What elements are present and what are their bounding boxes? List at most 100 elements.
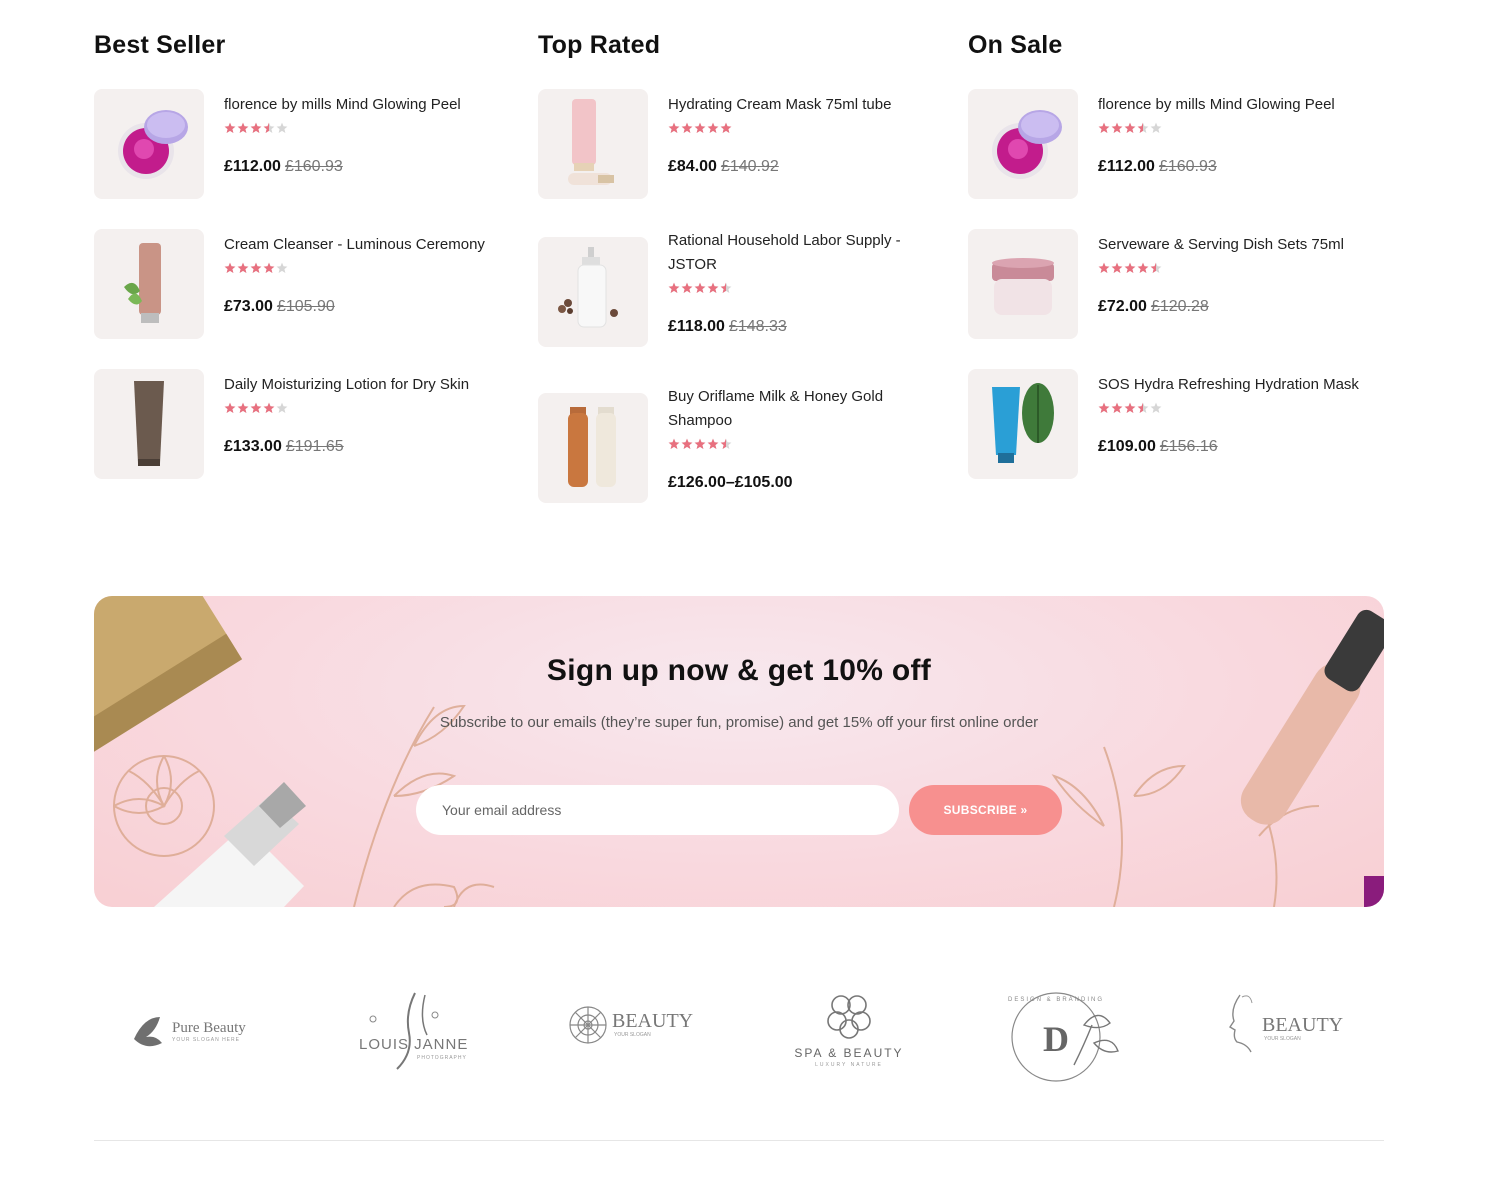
sale-price: £72.00 <box>1098 298 1147 315</box>
product-name[interactable]: florence by mills Mind Glowing Peel <box>1098 93 1335 117</box>
newsletter-title: Sign up now & get 10% off <box>546 654 932 687</box>
column-title: Best Seller <box>94 31 226 59</box>
star-icon <box>1124 402 1136 413</box>
brand-name: D <box>1043 1019 1069 1059</box>
product-item[interactable]: Rational Household Labor Supply - JSTOR … <box>538 225 918 347</box>
product-item[interactable]: Hydrating Cream Mask 75ml tube £84.00 £14… <box>538 89 891 199</box>
column-title: Top Rated <box>538 31 661 59</box>
star-icon <box>1137 402 1149 413</box>
star-icon <box>720 282 732 293</box>
star-icon <box>1124 262 1136 273</box>
brand-tagline: DESIGN & BRANDING <box>1008 997 1104 1003</box>
product-item[interactable]: Serveware & Serving Dish Sets 75ml £72.0… <box>968 229 1344 339</box>
rating-stars <box>224 399 469 417</box>
sale-price: £118.00 <box>668 318 725 335</box>
sale-price: £109.00 <box>1098 438 1156 455</box>
star-icon <box>224 402 236 413</box>
purple-jar-image[interactable] <box>968 89 1078 199</box>
product-name[interactable]: florence by mills Mind Glowing Peel <box>224 93 461 117</box>
cream-jar-image[interactable] <box>968 229 1078 339</box>
product-item[interactable]: florence by mills Mind Glowing Peel £112… <box>94 89 461 199</box>
star-icon <box>668 282 680 293</box>
best-seller-column: Best Seller <box>94 30 225 60</box>
brand-name: Pure Beauty <box>172 1020 246 1036</box>
star-icon <box>1098 402 1110 413</box>
flower-icon <box>827 995 871 1039</box>
rating-stars <box>1098 259 1344 277</box>
brown-tube-image[interactable] <box>94 369 204 479</box>
brand-name: SPA & BEAUTY <box>794 1046 903 1060</box>
rating-stars <box>668 279 918 297</box>
blue-tube-image[interactable] <box>968 369 1078 479</box>
star-icon <box>237 262 249 273</box>
original-price: £191.65 <box>285 438 344 455</box>
star-icon <box>1098 262 1110 273</box>
star-rating-icons <box>668 438 732 449</box>
star-icon <box>707 122 719 133</box>
star-icon <box>250 402 262 413</box>
product-item[interactable]: florence by mills Mind Glowing Peel £112… <box>968 89 1335 199</box>
original-price: £160.93 <box>284 158 343 175</box>
star-icon <box>707 438 719 449</box>
pink-tubes-image[interactable] <box>538 89 648 199</box>
rating-stars <box>1098 119 1335 137</box>
subscribe-button[interactable]: SUBSCRIBE » <box>909 785 1062 835</box>
email-input[interactable] <box>416 785 899 835</box>
rating-stars <box>224 259 485 277</box>
star-icon <box>681 122 693 133</box>
star-icon <box>1111 262 1123 273</box>
monogram-icon <box>396 992 416 1070</box>
brand-logo-design-branding[interactable]: D DESIGN & BRANDING <box>1004 985 1134 1085</box>
sale-price: £73.00 <box>224 298 273 315</box>
star-icon <box>237 402 249 413</box>
sale-price: £133.00 <box>224 438 282 455</box>
banner-decoration-image <box>94 596 1384 907</box>
brand-logo-spa-beauty[interactable]: SPA & BEAUTY LUXURY NATURE <box>787 985 911 1085</box>
star-icon <box>1111 402 1123 413</box>
star-rating-icons <box>224 122 288 133</box>
brand-name: BEAUTY <box>612 1010 693 1032</box>
pump-bottle-image[interactable] <box>538 237 648 347</box>
on-sale-column: On Sale <box>968 30 1063 60</box>
leaf-icon <box>134 1017 162 1047</box>
product-name[interactable]: SOS Hydra Refreshing Hydration Mask <box>1098 373 1359 397</box>
brand-logo-louis-janne[interactable]: LOUIS JANNE PHOTOGRAPHY <box>355 985 475 1085</box>
star-icon <box>1124 122 1136 133</box>
sale-price: £112.00 <box>1098 158 1155 175</box>
star-icon <box>1150 122 1162 133</box>
purple-jar-image[interactable] <box>94 89 204 199</box>
product-name[interactable]: Buy Oriflame Milk & Honey Gold Shampoo <box>668 385 908 433</box>
product-item[interactable]: Daily Moisturizing Lotion for Dry Skin £… <box>94 369 469 479</box>
product-name[interactable]: Cream Cleanser - Luminous Ceremony <box>224 233 485 257</box>
product-name[interactable]: Rational Household Labor Supply - JSTOR <box>668 229 918 277</box>
star-icon <box>681 282 693 293</box>
brand-name: LOUIS JANNE <box>359 1036 468 1053</box>
brand-logo-beauty-mandala[interactable]: BEAUTY YOUR SLOGAN <box>566 985 696 1085</box>
star-icon <box>224 262 236 273</box>
brand-logo-pure-beauty[interactable]: Pure Beauty YOUR SLOGAN HERE <box>128 985 258 1085</box>
product-item[interactable]: Buy Oriflame Milk & Honey Gold Shampoo £… <box>538 381 908 503</box>
star-icon <box>668 122 680 133</box>
star-icon <box>250 122 262 133</box>
mandala-icon <box>569 1006 607 1044</box>
product-name[interactable]: Serveware & Serving Dish Sets 75ml <box>1098 233 1344 257</box>
brand-tagline: PHOTOGRAPHY <box>417 1055 467 1061</box>
star-icon <box>694 122 706 133</box>
pink-tube-image[interactable] <box>94 229 204 339</box>
brand-name: BEAUTY <box>1262 1014 1343 1036</box>
top-rated-column: Top Rated <box>538 30 660 60</box>
original-price: £160.93 <box>1158 158 1217 175</box>
brand-tagline: YOUR SLOGAN <box>614 1032 651 1038</box>
star-rating-icons <box>224 262 288 273</box>
product-item[interactable]: Cream Cleanser - Luminous Ceremony £73.0… <box>94 229 485 339</box>
column-title: On Sale <box>968 31 1063 59</box>
product-item[interactable]: SOS Hydra Refreshing Hydration Mask £109… <box>968 369 1359 479</box>
product-name[interactable]: Daily Moisturizing Lotion for Dry Skin <box>224 373 469 397</box>
rating-stars <box>224 119 461 137</box>
star-icon <box>276 262 288 273</box>
shampoo-bottles-image[interactable] <box>538 393 648 503</box>
brand-logo-beauty-face[interactable]: BEAUTY YOUR SLOGAN <box>1226 985 1356 1085</box>
product-name[interactable]: Hydrating Cream Mask 75ml tube <box>668 93 891 117</box>
original-price: £148.33 <box>728 318 787 335</box>
star-rating-icons <box>668 122 732 133</box>
